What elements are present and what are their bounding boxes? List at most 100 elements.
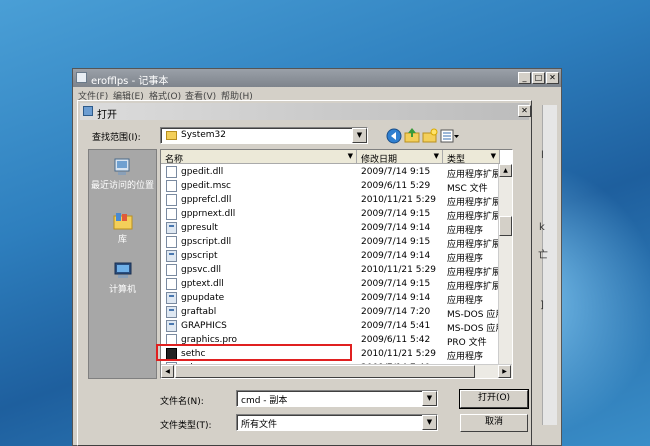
filetype-value: 所有文件 — [241, 420, 278, 430]
file-name: gpscript.dll — [181, 237, 232, 247]
file-name: gpprefcl.dll — [181, 195, 232, 205]
maximize-button[interactable]: □ — [532, 72, 545, 84]
scroll-right-icon[interactable]: ▶ — [498, 365, 511, 378]
cancel-button[interactable]: 取消 — [460, 414, 528, 432]
folder-icon — [166, 131, 177, 140]
place-computer[interactable]: 计算机 — [89, 260, 156, 296]
dll-file-icon — [166, 166, 177, 178]
document-file-icon — [166, 180, 177, 192]
hscroll-thumb[interactable] — [175, 365, 475, 378]
chevron-down-icon[interactable]: ▼ — [352, 128, 367, 143]
recent-places-icon — [114, 158, 129, 175]
scroll-thumb[interactable] — [499, 216, 512, 236]
file-date: 2009/7/14 9:15 — [361, 167, 431, 177]
file-name: gpsvc.dll — [181, 265, 221, 275]
dll-file-icon — [166, 278, 177, 290]
column-header-name[interactable]: 名称 ▼ — [161, 150, 357, 165]
file-name: gpresult — [181, 223, 218, 233]
filetype-select[interactable]: 所有文件 ▼ — [236, 414, 438, 431]
file-row[interactable]: gpedit.dll 2009/7/14 9:15 应用程序扩展 — [161, 165, 499, 180]
file-date: 2010/11/21 5:29 — [361, 265, 436, 275]
dll-file-icon — [166, 264, 177, 276]
notepad-edge-text-1: l — [541, 150, 544, 161]
column-name-label: 名称 — [165, 155, 184, 165]
file-row[interactable]: gpupdate 2009/7/14 9:14 应用程序 — [161, 291, 499, 306]
file-date: 2009/7/14 5:41 — [361, 321, 431, 331]
scroll-left-icon[interactable]: ◀ — [161, 365, 174, 378]
column-date-label: 修改日期 — [361, 155, 398, 165]
place-recent-label: 最近访问的位置 — [90, 181, 154, 191]
column-header-date[interactable]: 修改日期 ▼ — [357, 150, 443, 165]
library-icon — [113, 213, 132, 230]
file-date: 2009/6/11 5:42 — [361, 335, 431, 345]
file-row[interactable]: gpresult 2009/7/14 9:14 应用程序 — [161, 221, 499, 236]
view-menu-icon[interactable] — [440, 128, 460, 144]
minimize-button[interactable]: _ — [518, 72, 531, 84]
file-row[interactable]: GRAPHICS2009/7/14 5:41MS-DOS 应用程序 — [161, 319, 499, 334]
file-list-hscroll[interactable]: ◀ ▶ — [161, 364, 512, 378]
sort-arrow-icon: ▼ — [347, 152, 353, 160]
notepad-close-button[interactable]: ✕ — [546, 72, 559, 84]
file-date: 2009/6/11 5:29 — [361, 181, 431, 191]
file-row[interactable]: gpedit.msc 2009/6/11 5:29 MSC 文件 — [161, 179, 499, 194]
file-date: 2009/7/14 9:15 — [361, 237, 431, 247]
filename-input[interactable]: cmd - 副本 ▼ — [236, 390, 438, 407]
file-date: 2010/11/21 5:29 — [361, 349, 436, 359]
file-row[interactable]: gptext.dll 2009/7/14 9:15 应用程序扩展 — [161, 277, 499, 292]
file-row[interactable]: gpprefcl.dll 2010/11/21 5:29 应用程序扩展 — [161, 193, 499, 208]
look-in-combo[interactable]: System32 ▼ — [160, 127, 368, 144]
new-folder-icon[interactable] — [422, 128, 438, 144]
column-header-type[interactable]: 类型 ▼ — [443, 150, 500, 165]
file-row[interactable]: gpsvc.dll 2010/11/21 5:29 应用程序扩展 — [161, 263, 499, 278]
back-icon[interactable] — [386, 128, 402, 144]
file-date: 2009/7/14 7:20 — [361, 307, 431, 317]
file-row[interactable]: gpscript 2009/7/14 9:14 应用程序 — [161, 249, 499, 264]
place-library-label: 库 — [117, 235, 127, 245]
file-date: 2010/11/21 5:29 — [361, 195, 436, 205]
dll-file-icon — [166, 236, 177, 248]
file-date: 2009/7/14 9:14 — [361, 293, 431, 303]
file-list-vscroll[interactable]: ▲ ▼ — [498, 164, 512, 378]
places-bar: 最近访问的位置 库 计算机 — [88, 149, 157, 379]
place-library[interactable]: 库 — [89, 210, 156, 246]
file-date: 2009/7/14 9:14 — [361, 223, 431, 233]
notepad-edge-text-4: ] — [540, 300, 544, 311]
dialog-icon — [83, 106, 93, 116]
executable-file-icon — [166, 306, 177, 318]
dll-file-icon — [166, 208, 177, 220]
sort-arrow-icon: ▼ — [433, 152, 439, 160]
notepad-edge-text-2: k — [539, 222, 545, 233]
open-button[interactable]: 打开(O) — [459, 389, 529, 409]
executable-file-icon — [166, 292, 177, 304]
file-name: gpedit.msc — [181, 181, 231, 191]
filename-value: cmd - 副本 — [241, 396, 288, 406]
executable-file-icon — [166, 222, 177, 234]
chevron-down-icon[interactable]: ▼ — [422, 415, 437, 430]
place-computer-label: 计算机 — [108, 285, 136, 295]
column-type-label: 类型 — [447, 155, 466, 165]
place-recent[interactable]: 最近访问的位置 — [89, 156, 156, 192]
scroll-up-icon[interactable]: ▲ — [499, 164, 512, 177]
look-in-value: System32 — [181, 130, 227, 140]
computer-icon — [114, 262, 131, 278]
chevron-down-icon[interactable]: ▼ — [422, 391, 437, 406]
filename-label: 文件名(N): — [160, 397, 204, 407]
file-name: gptext.dll — [181, 279, 224, 289]
notepad-icon — [76, 72, 87, 83]
file-row[interactable]: gpscript.dll 2009/7/14 9:15 应用程序扩展 — [161, 235, 499, 250]
notepad-title: erofflps - 记事本 — [91, 76, 169, 87]
executable-file-icon — [166, 250, 177, 262]
dialog-close-button[interactable]: ✕ — [518, 105, 531, 117]
file-date: 2009/7/14 9:14 — [361, 251, 431, 261]
file-name: graftabl — [181, 307, 217, 317]
highlight-box — [156, 344, 352, 361]
notepad-scrollbar[interactable] — [542, 105, 557, 425]
dialog-title: 打开 — [97, 110, 117, 121]
file-row[interactable]: graftabl2009/7/14 7:20MS-DOS 应用程序 — [161, 305, 499, 320]
up-folder-icon[interactable] — [404, 127, 420, 143]
file-row[interactable]: gpprnext.dll 2009/7/14 9:15 应用程序扩展 — [161, 207, 499, 222]
filetype-label: 文件类型(T): — [160, 421, 212, 431]
notepad-titlebar[interactable]: erofflps - 记事本 _ □ ✕ — [73, 69, 561, 87]
open-dialog: 打开 ✕ 查找范围(I): System32 ▼ 最近访问的位置 库 计算机 名… — [77, 100, 532, 446]
dialog-titlebar[interactable]: 打开 ✕ — [80, 103, 531, 121]
